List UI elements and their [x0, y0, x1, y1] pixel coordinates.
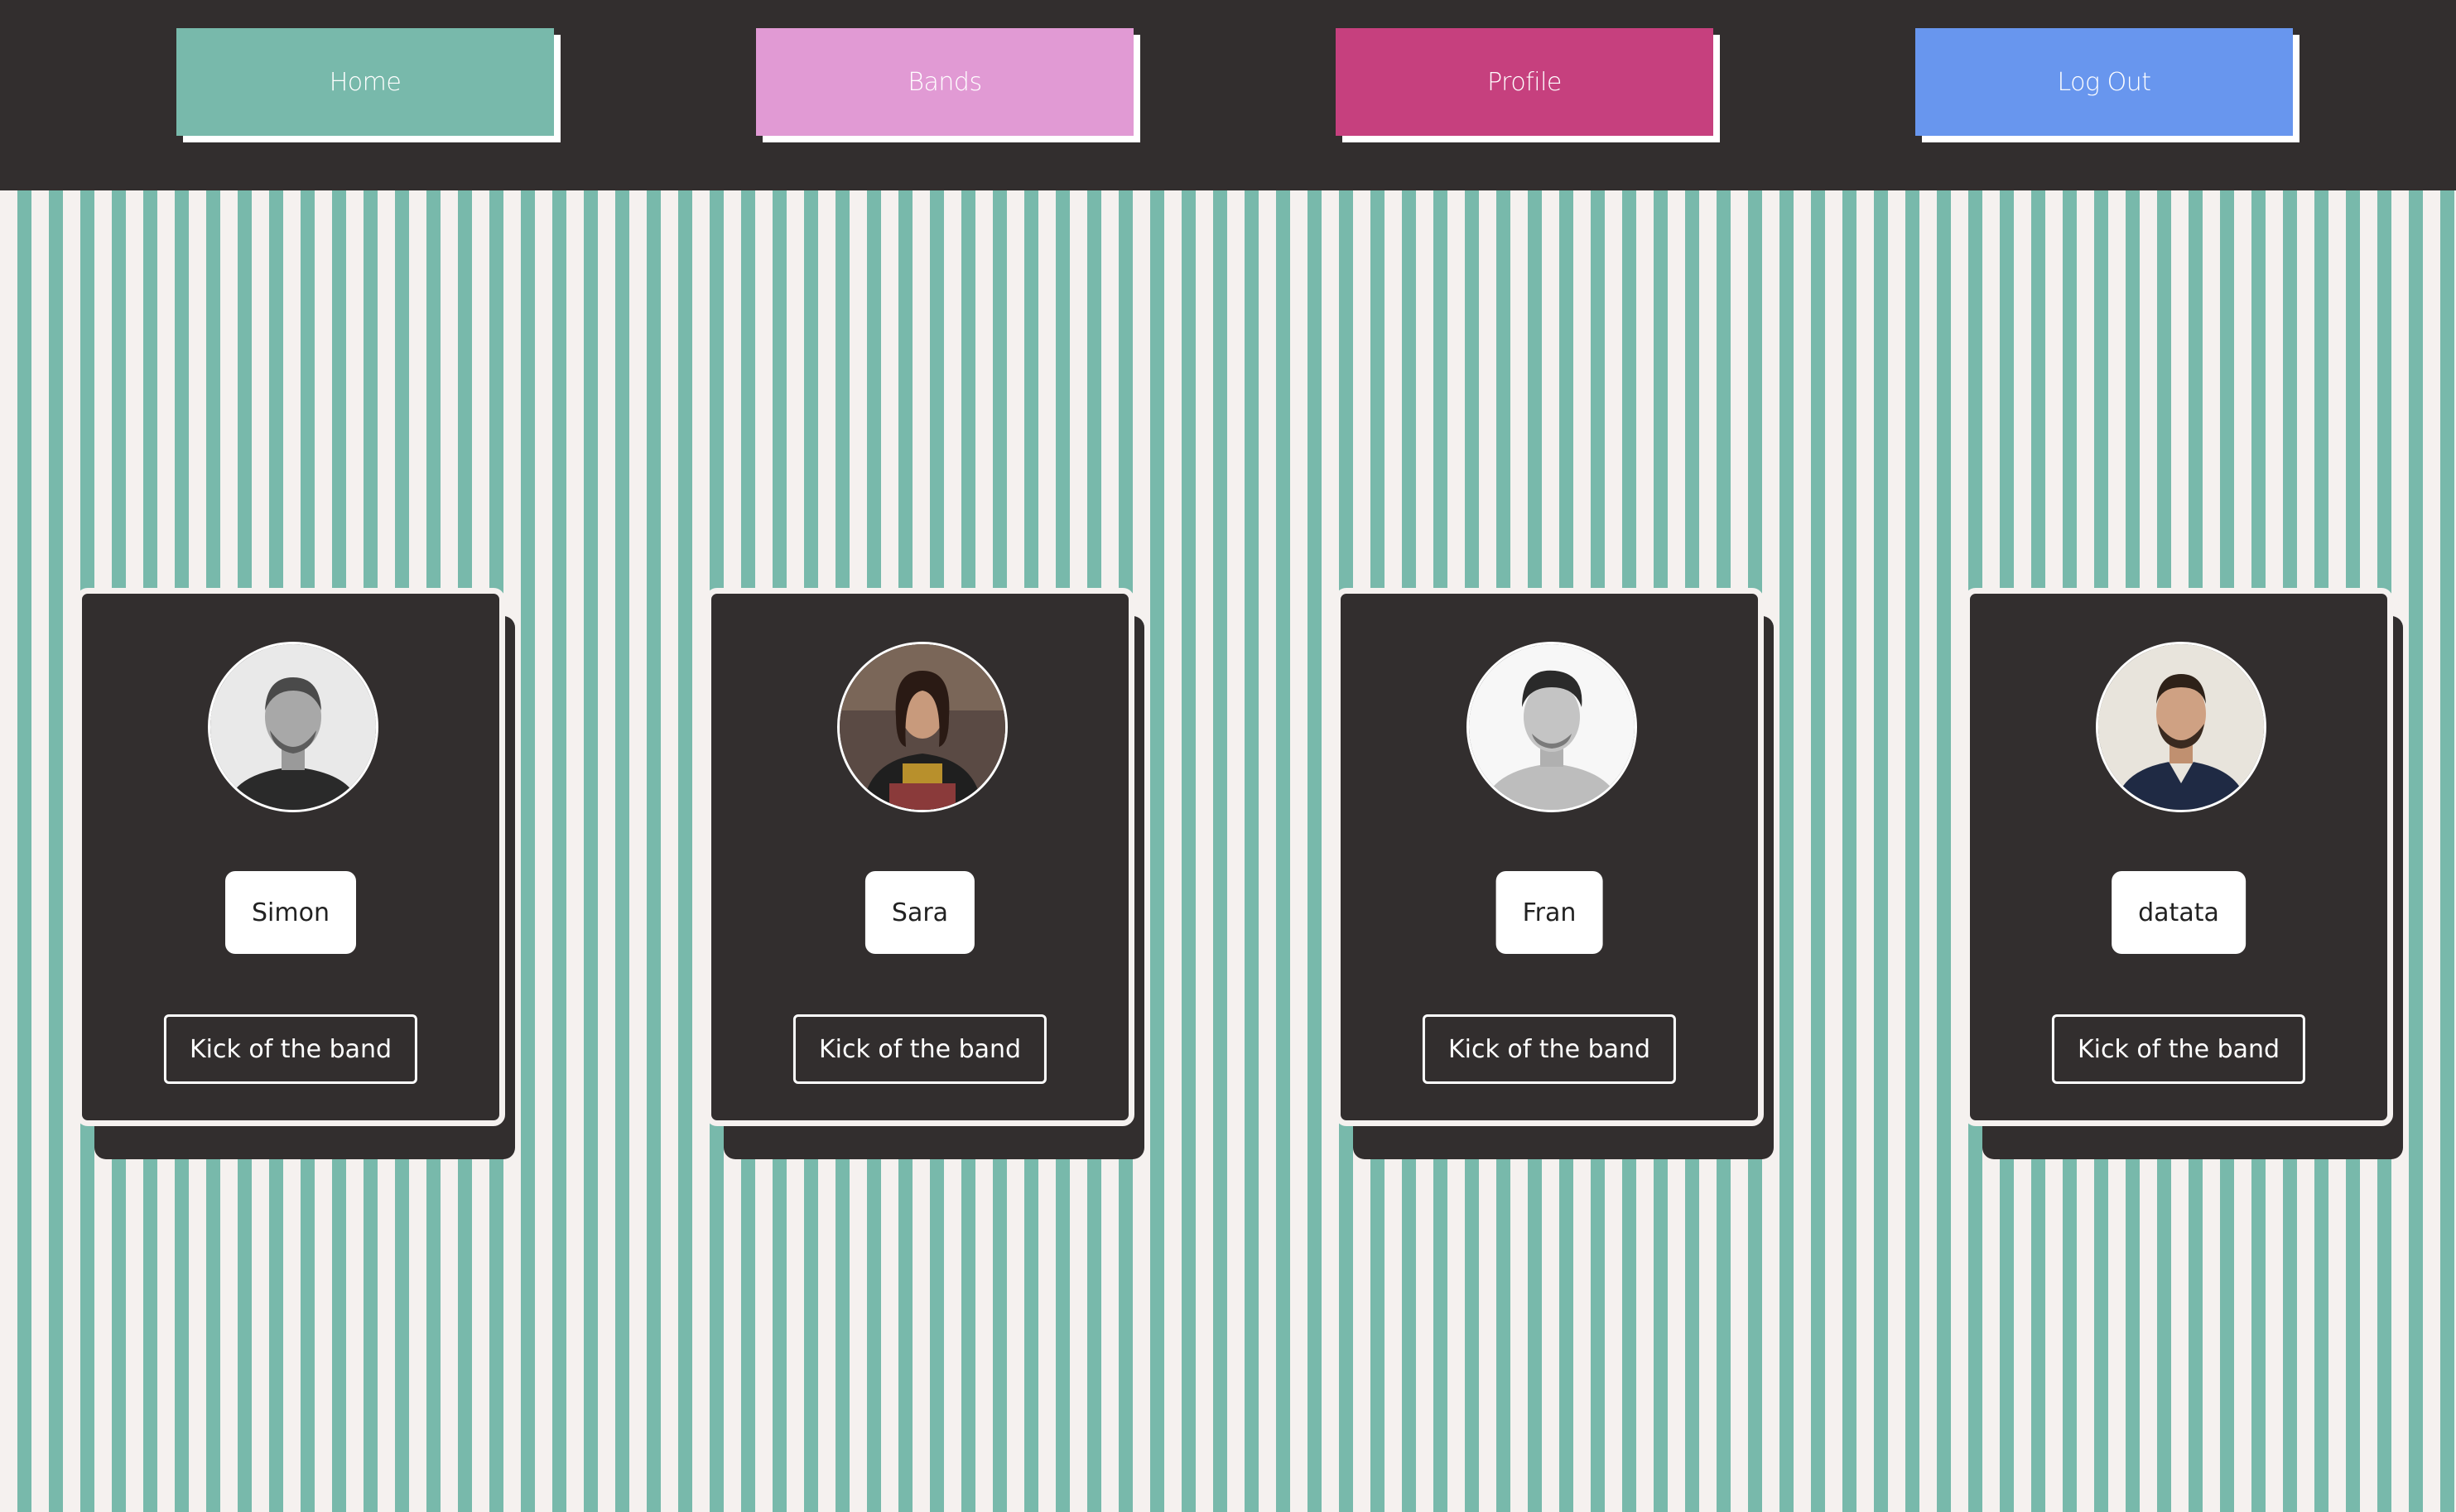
person-photo-icon — [1469, 644, 1635, 810]
avatar — [208, 642, 378, 812]
member-card: Fran Kick of the band — [1335, 588, 1774, 1159]
nav-home-button[interactable]: Home — [176, 28, 554, 136]
member-card-body: Fran Kick of the band — [1335, 588, 1764, 1126]
nav-profile-button[interactable]: Profile — [1336, 28, 1713, 136]
member-name-badge: Sara — [864, 871, 975, 954]
avatar — [1466, 642, 1637, 812]
member-card-body: Simon Kick of the band — [76, 588, 505, 1126]
person-photo-icon — [210, 644, 376, 810]
kick-member-button[interactable]: Kick of the band — [163, 1014, 418, 1084]
nav-logout-button[interactable]: Log Out — [1915, 28, 2293, 136]
member-card: datata Kick of the band — [1964, 588, 2403, 1159]
kick-member-button[interactable]: Kick of the band — [792, 1014, 1047, 1084]
member-card-body: datata Kick of the band — [1964, 588, 2393, 1126]
member-name-badge: Simon — [225, 871, 356, 954]
member-name-badge: datata — [2112, 871, 2246, 954]
nav-bands-button[interactable]: Bands — [756, 28, 1134, 136]
person-photo-icon — [840, 644, 1005, 810]
person-photo-icon — [2098, 644, 2264, 810]
member-card: Sara Kick of the band — [705, 588, 1144, 1159]
member-card: Simon Kick of the band — [76, 588, 515, 1159]
avatar — [837, 642, 1008, 812]
kick-member-button[interactable]: Kick of the band — [1422, 1014, 1677, 1084]
kick-member-button[interactable]: Kick of the band — [2051, 1014, 2306, 1084]
top-navbar: Home Bands Profile Log Out — [0, 0, 2456, 190]
member-name-badge: Fran — [1495, 871, 1603, 954]
avatar — [2096, 642, 2266, 812]
member-card-body: Sara Kick of the band — [705, 588, 1134, 1126]
